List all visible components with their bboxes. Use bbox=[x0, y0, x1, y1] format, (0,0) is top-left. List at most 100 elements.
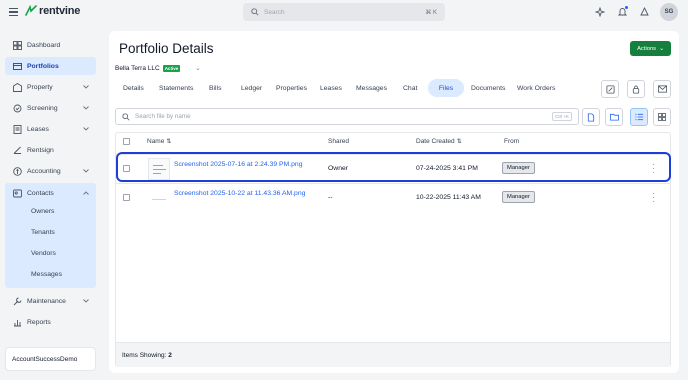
sidebar-item-label: Screening bbox=[27, 104, 58, 112]
sort-icon: ⇅ bbox=[456, 139, 462, 145]
chevron-down-icon bbox=[83, 126, 89, 133]
menu-icon[interactable] bbox=[9, 8, 18, 16]
sidebar-item-portfolios[interactable]: Portfolios bbox=[5, 57, 96, 75]
sidebar-sub-tenants[interactable]: Tenants bbox=[31, 229, 55, 236]
column-name-label: Name bbox=[147, 138, 165, 145]
column-name[interactable]: Name ⇅ bbox=[147, 138, 171, 145]
portfolio-icon bbox=[13, 62, 22, 71]
entity-selector[interactable]: Bella Terra LLC Active ⌄ bbox=[115, 64, 201, 72]
tab-ledger[interactable]: Ledger bbox=[241, 79, 262, 97]
sidebar-item-contacts[interactable]: Contacts bbox=[5, 184, 96, 202]
sidebar-item-label: Dashboard bbox=[27, 41, 61, 49]
tab-leases[interactable]: Leases bbox=[320, 79, 342, 97]
rentvine-logo-icon bbox=[25, 5, 37, 16]
property-icon bbox=[13, 82, 22, 92]
chevron-down-icon: ⌄ bbox=[195, 65, 201, 72]
grid-icon bbox=[658, 113, 666, 121]
from-badge: Manager bbox=[502, 162, 535, 174]
actions-label: Actions bbox=[637, 45, 657, 52]
sidebar-sub-owners[interactable]: Owners bbox=[31, 208, 54, 215]
global-search-input[interactable]: Search ⌘ K bbox=[243, 3, 445, 21]
reports-icon bbox=[13, 318, 22, 327]
maintenance-icon bbox=[13, 297, 22, 306]
sidebar-item-rentsign[interactable]: Rentsign bbox=[5, 141, 96, 159]
files-table: Name ⇅ Shared Date Created ⇅ From Screensh… bbox=[115, 132, 671, 367]
notifications-icon[interactable] bbox=[616, 6, 628, 18]
column-date-created[interactable]: Date Created ⇅ bbox=[416, 138, 462, 145]
main-panel: Portfolio Details Actions ⌄ Bella Terra … bbox=[109, 31, 679, 373]
table-header: Name ⇅ Shared Date Created ⇅ From bbox=[116, 133, 670, 150]
email-button[interactable] bbox=[653, 80, 671, 98]
tab-bills[interactable]: Bills bbox=[209, 79, 221, 97]
file-name-link[interactable]: Screenshot 2025-10-22 at 11.43.36 AM.png bbox=[174, 190, 305, 197]
sidebar-item-dashboard[interactable]: Dashboard bbox=[5, 36, 96, 54]
grid-view-button[interactable] bbox=[653, 108, 671, 126]
lock-icon bbox=[632, 85, 640, 94]
file-search-shortcut: Ctrl +K bbox=[552, 112, 572, 121]
tab-statements[interactable]: Statements bbox=[159, 79, 193, 97]
column-from: From bbox=[504, 138, 520, 145]
lock-button[interactable] bbox=[627, 80, 645, 98]
ai-sparkle-icon[interactable] bbox=[594, 6, 606, 18]
sidebar-item-maintenance[interactable]: Maintenance bbox=[5, 292, 96, 310]
column-date-label: Date Created bbox=[416, 138, 455, 145]
tab-properties[interactable]: Properties bbox=[276, 79, 307, 97]
select-all-checkbox[interactable] bbox=[123, 138, 130, 145]
sidebar-item-screening[interactable]: Screening bbox=[5, 99, 96, 117]
search-icon bbox=[122, 112, 130, 121]
bell-outline-icon[interactable] bbox=[638, 6, 650, 18]
new-folder-button[interactable] bbox=[605, 108, 623, 126]
folder-icon bbox=[609, 113, 619, 121]
sort-icon: ⇅ bbox=[166, 139, 172, 145]
rentsign-icon bbox=[13, 146, 22, 155]
page-title: Portfolio Details bbox=[119, 41, 214, 56]
tab-chat[interactable]: Chat bbox=[403, 79, 417, 97]
brand-name: rentvine bbox=[39, 5, 81, 17]
more-options-icon[interactable]: · · · bbox=[652, 161, 655, 177]
actions-button[interactable]: Actions ⌄ bbox=[630, 41, 671, 56]
sidebar-item-property[interactable]: Property bbox=[5, 78, 96, 96]
account-switcher[interactable]: AccountSuccessDemo bbox=[5, 347, 96, 371]
tab-documents[interactable]: Documents bbox=[471, 79, 505, 97]
list-view-button[interactable] bbox=[630, 108, 648, 126]
table-footer: Items Showing: 2 bbox=[116, 342, 670, 367]
sidebar-item-leases[interactable]: Leases bbox=[5, 120, 96, 138]
edit-icon bbox=[605, 84, 615, 94]
column-shared: Shared bbox=[328, 138, 349, 145]
sidebar-item-label: Contacts bbox=[27, 189, 54, 197]
screening-icon bbox=[13, 104, 22, 113]
row-checkbox[interactable] bbox=[123, 194, 130, 201]
search-icon bbox=[251, 8, 259, 16]
file-name-link[interactable]: Screenshot 2025-07-16 at 2.24.39 PM.png bbox=[174, 161, 302, 168]
mail-icon bbox=[657, 85, 667, 93]
upload-file-button[interactable] bbox=[582, 108, 600, 126]
sidebar-item-label: Maintenance bbox=[27, 297, 66, 305]
date-value: 07-24-2025 3:41 PM bbox=[416, 165, 478, 172]
chevron-down-icon bbox=[83, 84, 89, 91]
edit-note-button[interactable] bbox=[601, 80, 619, 98]
items-showing-count: 2 bbox=[168, 351, 172, 359]
sidebar-item-label: Reports bbox=[27, 318, 51, 326]
tab-work-orders[interactable]: Work Orders bbox=[517, 79, 555, 97]
sidebar-item-label: Accounting bbox=[27, 167, 61, 175]
sidebar-item-accounting[interactable]: Accounting bbox=[5, 162, 96, 180]
items-showing-label: Items Showing: bbox=[122, 351, 167, 359]
notification-dot bbox=[625, 6, 628, 9]
user-avatar[interactable]: SG bbox=[660, 3, 678, 21]
tab-messages[interactable]: Messages bbox=[356, 79, 387, 97]
table-row[interactable]: Screenshot 2025-10-22 at 11.43.36 AM.png… bbox=[116, 183, 670, 211]
file-thumbnail bbox=[148, 187, 170, 209]
tab-files[interactable]: Files bbox=[428, 79, 464, 97]
table-row[interactable]: Screenshot 2025-07-16 at 2.24.39 PM.png … bbox=[116, 154, 670, 182]
sidebar-sub-messages[interactable]: Messages bbox=[31, 271, 62, 278]
sidebar-sub-vendors[interactable]: Vendors bbox=[31, 250, 56, 257]
tab-details[interactable]: Details bbox=[123, 79, 144, 97]
from-badge: Manager bbox=[502, 191, 535, 203]
sidebar-item-label: Rentsign bbox=[27, 146, 54, 154]
row-checkbox[interactable] bbox=[123, 165, 130, 172]
file-search-input[interactable]: Search file by name Ctrl +K bbox=[115, 108, 579, 125]
more-options-icon[interactable]: · · · bbox=[652, 190, 655, 206]
sidebar-item-label: Portfolios bbox=[27, 62, 59, 70]
sidebar-item-reports[interactable]: Reports bbox=[5, 313, 96, 331]
brand-logo[interactable]: rentvine bbox=[25, 5, 80, 17]
